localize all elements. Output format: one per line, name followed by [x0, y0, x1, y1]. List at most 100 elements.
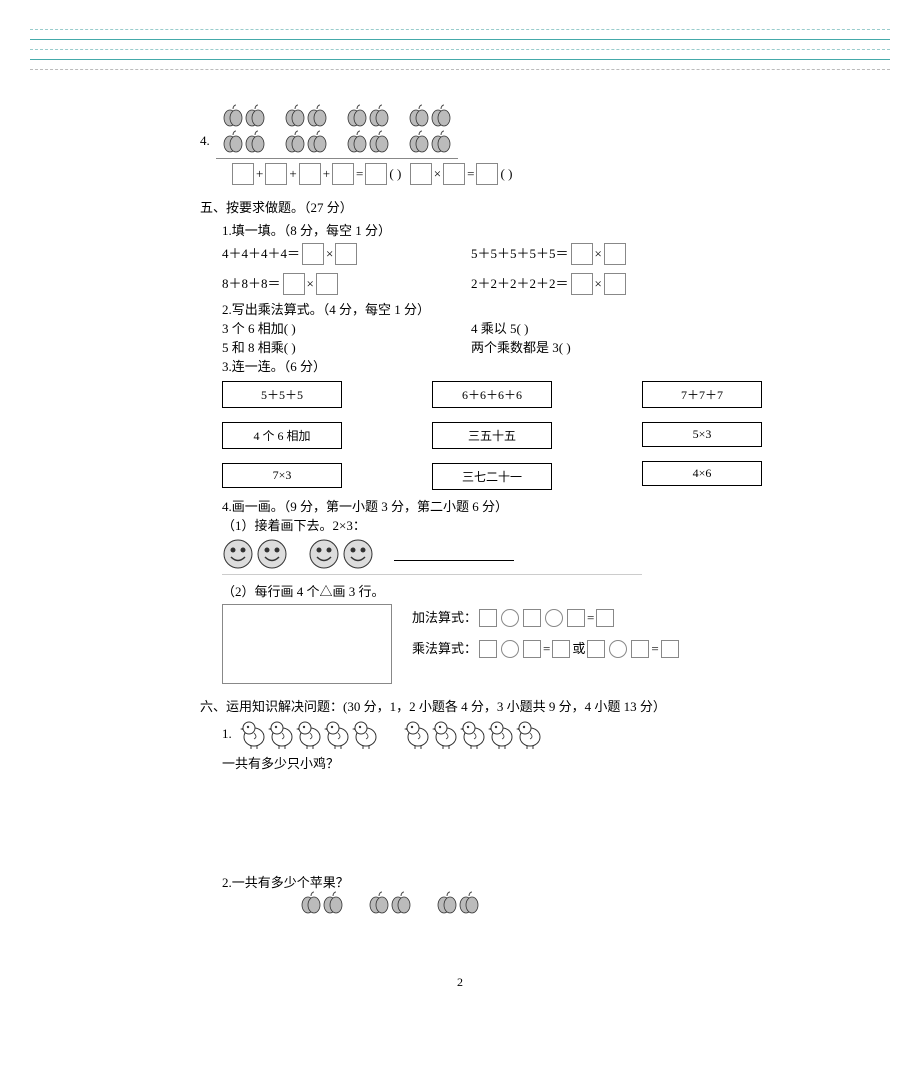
q5-4-sub1: （1）接着画下去。2×3： [200, 515, 720, 534]
q4-number: 4. [200, 133, 210, 149]
q5-4-sub2: （2）每行画 4 个△画 3 行。 [200, 581, 720, 600]
label: 加法算式： [412, 608, 477, 629]
answer-box[interactable] [476, 163, 498, 185]
prompt: 5 和 8 相乘( ) [222, 337, 471, 356]
q5-2-title: 2.写出乘法算式。（4 分，每空 1 分） [200, 299, 720, 318]
answer-box[interactable] [365, 163, 387, 185]
smile-icon [342, 538, 374, 570]
header-ruled-area [30, 20, 890, 70]
answer-box[interactable] [316, 273, 338, 295]
apple-icon [244, 130, 266, 154]
answer-box[interactable] [299, 163, 321, 185]
answer-box[interactable] [410, 163, 432, 185]
prompt: 3 个 6 相加( ) [222, 318, 471, 337]
expr: 5＋5＋5＋5＋5＝ [471, 244, 569, 265]
chick-icon [488, 719, 516, 749]
chick-icon [516, 719, 544, 749]
apple-icon [458, 891, 480, 915]
answer-box[interactable] [571, 273, 593, 295]
answer-box[interactable] [523, 640, 541, 658]
operator-blank[interactable] [501, 609, 519, 627]
answer-box[interactable] [265, 163, 287, 185]
apple-icon [300, 891, 322, 915]
answer-box[interactable] [479, 609, 497, 627]
apple-icon [306, 104, 328, 128]
smile-row [222, 534, 642, 575]
match-table: 5＋5＋5 4 个 6 相加 7×3 6＋6＋6＋6 三五十五 三七二十一 7＋… [222, 381, 720, 490]
apple-grid [216, 100, 458, 158]
match-item[interactable]: 4×6 [642, 461, 762, 486]
label: 乘法算式： [412, 639, 477, 660]
smile-icon [308, 538, 340, 570]
q5-3-title: 3.连一连。（6 分） [200, 356, 720, 375]
operator-blank[interactable] [545, 609, 563, 627]
answer-box[interactable] [587, 640, 605, 658]
apple-icon [322, 891, 344, 915]
apple-icon [306, 130, 328, 154]
match-item[interactable]: 5×3 [642, 422, 762, 447]
q4-equation: + + + = ( ) × = ( ) [200, 163, 720, 185]
q6-1-num: 1. [222, 724, 232, 745]
answer-box[interactable] [332, 163, 354, 185]
section-6-title: 六、运用知识解决问题：(30 分，1，2 小题各 4 分，3 小题共 9 分，4… [200, 696, 720, 715]
chick-icon [404, 719, 432, 749]
apple-icon [346, 104, 368, 128]
answer-box[interactable] [302, 243, 324, 265]
chick-icon [240, 719, 268, 749]
q6-2-text: 2.一共有多少个苹果？ [200, 872, 720, 891]
match-item[interactable]: 7＋7＋7 [642, 381, 762, 408]
page-content: 4. [0, 80, 920, 1030]
apple-icon [284, 130, 306, 154]
q5-1-title: 1.填一填。（8 分，每空 1 分） [200, 220, 720, 239]
answer-box[interactable] [283, 273, 305, 295]
answer-box[interactable] [631, 640, 649, 658]
apple-icon [346, 130, 368, 154]
answer-box[interactable] [596, 609, 614, 627]
match-item[interactable]: 5＋5＋5 [222, 381, 342, 408]
apple-icon [284, 104, 306, 128]
answer-box[interactable] [604, 273, 626, 295]
chick-icon [268, 719, 296, 749]
match-item[interactable]: 三五十五 [432, 422, 552, 449]
apple-icon [222, 104, 244, 128]
answer-box[interactable] [604, 243, 626, 265]
apple-icon [368, 130, 390, 154]
match-item[interactable]: 7×3 [222, 463, 342, 488]
page-number: 2 [200, 975, 720, 990]
answer-box[interactable] [571, 243, 593, 265]
answer-box[interactable] [232, 163, 254, 185]
expr: 2＋2＋2＋2＋2＝ [471, 274, 569, 295]
draw-area[interactable] [222, 604, 392, 684]
chick-icon [432, 719, 460, 749]
section-5-title: 五、按要求做题。（27 分） [200, 197, 720, 216]
apple-icon [368, 104, 390, 128]
answer-box[interactable] [443, 163, 465, 185]
answer-box[interactable] [479, 640, 497, 658]
apple-row-bottom [300, 891, 720, 915]
operator-blank[interactable] [609, 640, 627, 658]
chick-icon [296, 719, 324, 749]
apple-icon [436, 891, 458, 915]
prompt: 两个乘数都是 3( ) [471, 337, 720, 356]
draw-blank[interactable] [394, 547, 514, 561]
apple-icon [408, 104, 430, 128]
answer-box[interactable] [335, 243, 357, 265]
answer-box[interactable] [552, 640, 570, 658]
apple-icon [390, 891, 412, 915]
answer-box[interactable] [567, 609, 585, 627]
apple-icon [430, 104, 452, 128]
apple-icon [244, 104, 266, 128]
expr: 8＋8＋8＝ [222, 274, 281, 295]
apple-icon [430, 130, 452, 154]
operator-blank[interactable] [501, 640, 519, 658]
apple-icon [368, 891, 390, 915]
chick-icon [352, 719, 380, 749]
match-item[interactable]: 6＋6＋6＋6 [432, 381, 552, 408]
match-item[interactable]: 三七二十一 [432, 463, 552, 490]
answer-box[interactable] [661, 640, 679, 658]
answer-box[interactable] [523, 609, 541, 627]
chick-row [240, 719, 544, 749]
match-item[interactable]: 4 个 6 相加 [222, 422, 342, 449]
q5-4-title: 4.画一画。（9 分，第一小题 3 分，第二小题 6 分） [200, 496, 720, 515]
smile-icon [256, 538, 288, 570]
